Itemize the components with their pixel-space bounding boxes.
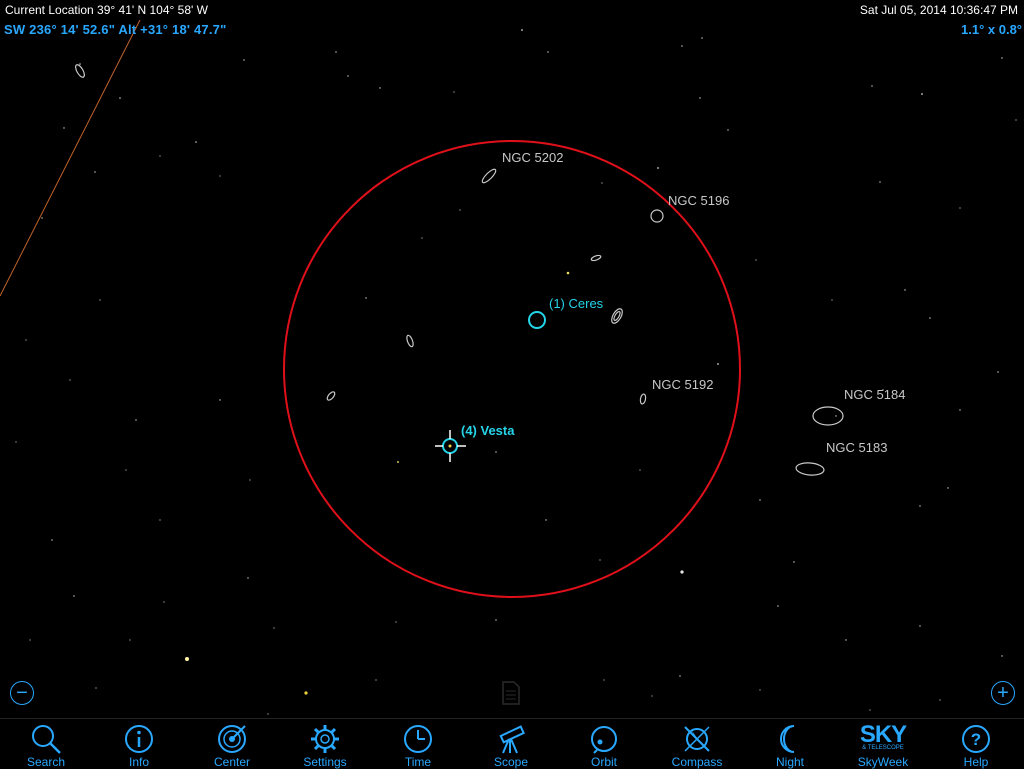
galaxy-ngc5183	[795, 462, 825, 476]
status-bar: Current Location 39° 41' N 104° 58' W Sa…	[0, 0, 1024, 20]
toolbar-info-label: Info	[128, 755, 149, 769]
sky-logo-subtext: & TELESCOPE	[862, 745, 904, 751]
galaxy-small-4	[326, 391, 336, 401]
current-location: Current Location 39° 41' N 104° 58' W	[5, 3, 208, 17]
toolbar-search-label: Search	[26, 755, 66, 769]
gear-icon	[311, 725, 339, 753]
toolbar-center[interactable]: Center	[192, 721, 272, 769]
toolbar-time-label: Time	[404, 755, 432, 769]
telescope-icon	[499, 725, 525, 754]
clock-icon	[404, 725, 432, 753]
toolbar-search[interactable]: Search	[6, 721, 86, 769]
toolbar-night[interactable]: Night	[750, 721, 830, 769]
toolbar-help[interactable]: ? Help	[936, 721, 1016, 769]
galaxy-ngc5192	[639, 393, 647, 405]
toolbar-skyweek[interactable]: SKY & TELESCOPE SkyWeek	[843, 721, 923, 769]
galaxy-small-2	[611, 308, 623, 324]
toolbar-orbit-label: Orbit	[590, 755, 617, 769]
pointing-coordinates: SW 236° 14' 52.6" Alt +31° 18' 47.7"	[4, 22, 227, 37]
telrad-fov-circle	[283, 140, 741, 598]
toolbar-info[interactable]: Info	[99, 721, 179, 769]
galaxies[interactable]	[74, 63, 844, 476]
info-icon	[125, 725, 153, 753]
toolbar-night-label: Night	[775, 755, 804, 769]
galaxy-small-1	[590, 254, 602, 262]
search-icon	[32, 725, 61, 754]
label-ceres: (1) Ceres	[549, 296, 604, 311]
document-icon[interactable]	[500, 680, 522, 706]
label-vesta: (4) Vesta	[461, 423, 515, 438]
zoom-out-button[interactable]: −	[10, 681, 34, 705]
toolbar-time[interactable]: Time	[378, 721, 458, 769]
toolbar-settings-label: Settings	[303, 755, 347, 769]
toolbar-scope-label: Scope	[493, 755, 529, 769]
sky-chart[interactable]: NGC 5202 NGC 5196 (1) Ceres NGC 5192 (4)…	[0, 0, 1024, 768]
toolbar-compass-label: Compass	[671, 755, 723, 769]
bright-stars	[185, 271, 684, 695]
toolbar-orbit[interactable]: Orbit	[564, 721, 644, 769]
toolbar-scope[interactable]: Scope	[471, 721, 551, 769]
help-icon: ?	[962, 725, 990, 753]
compass-icon	[684, 726, 710, 752]
bottom-toolbar: Search Info Center Settings Time Scope O…	[0, 718, 1024, 769]
label-ngc5196: NGC 5196	[668, 193, 729, 208]
orbit-icon	[591, 726, 617, 754]
label-ngc5192: NGC 5192	[652, 377, 713, 392]
galaxy-ngc5202	[481, 168, 497, 184]
galaxy-top-left	[75, 64, 85, 78]
label-ngc5202: NGC 5202	[502, 150, 563, 165]
target-icon	[218, 725, 246, 753]
toolbar-settings[interactable]: Settings	[285, 721, 365, 769]
galaxy-ngc5196	[650, 209, 664, 223]
sky-telescope-logo: SKY & TELESCOPE	[855, 721, 911, 753]
galaxy-small-3	[406, 334, 414, 348]
date-time: Sat Jul 05, 2014 10:36:47 PM	[859, 3, 1018, 17]
zoom-in-button[interactable]: +	[991, 681, 1015, 705]
ecliptic-line	[0, 19, 141, 297]
toolbar-skyweek-label: SkyWeek	[857, 755, 909, 769]
label-ngc5183: NGC 5183	[826, 440, 887, 455]
stars	[15, 29, 1017, 715]
field-of-view-readout: 1.1° x 0.8°	[961, 22, 1022, 37]
toolbar-compass[interactable]: Compass	[657, 721, 737, 769]
galaxy-ngc5184	[812, 406, 844, 426]
svg-text:?: ?	[971, 730, 981, 749]
ceres-marker[interactable]	[528, 311, 546, 329]
label-ngc5184: NGC 5184	[844, 387, 905, 402]
toolbar-help-label: Help	[963, 755, 989, 769]
toolbar-center-label: Center	[213, 755, 251, 769]
moon-icon	[780, 725, 795, 753]
